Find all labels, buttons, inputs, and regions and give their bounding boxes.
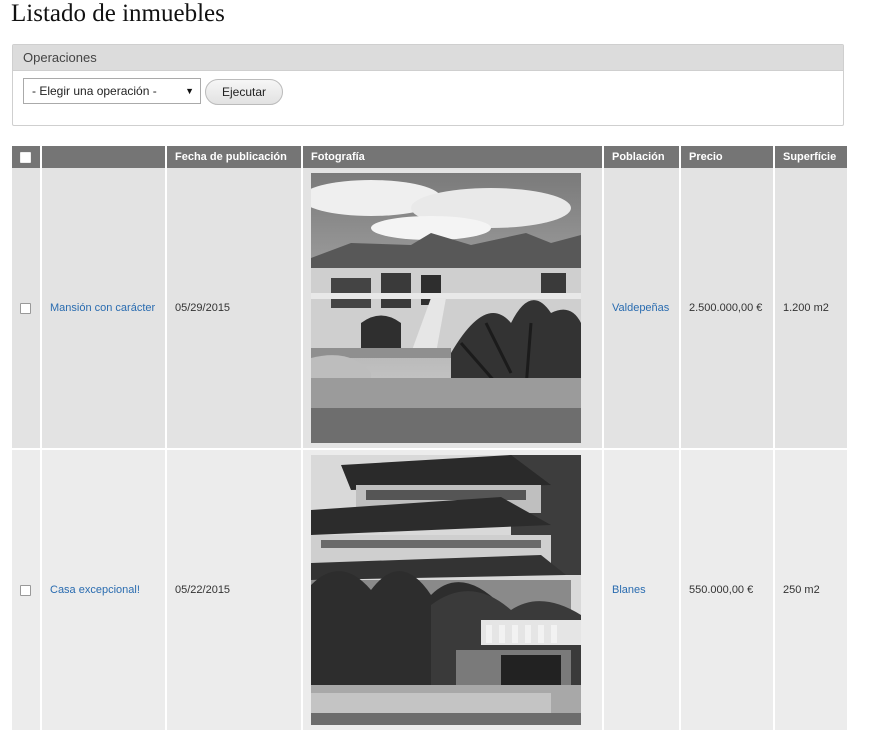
- header-price[interactable]: Precio: [680, 146, 775, 168]
- table-row: Mansión con carácter 05/29/2015 Valdepeñ…: [12, 168, 849, 450]
- row-select-cell: [12, 168, 42, 450]
- header-photo[interactable]: Fotografía: [302, 146, 604, 168]
- select-all-cell: [12, 146, 42, 168]
- town-cell: Valdepeñas: [603, 168, 681, 450]
- town-link[interactable]: Blanes: [612, 584, 646, 596]
- select-all-checkbox[interactable]: [20, 151, 31, 163]
- price-cell: 2.500.000,00 €: [680, 168, 775, 450]
- row-checkbox[interactable]: [20, 302, 31, 314]
- date-cell: 05/29/2015: [166, 168, 303, 450]
- title-cell: Mansión con carácter: [41, 168, 167, 450]
- area-cell: 1.200 m2: [774, 168, 849, 450]
- property-title-link[interactable]: Mansión con carácter: [50, 302, 155, 314]
- photo-cell: [302, 449, 604, 730]
- town-cell: Blanes: [603, 449, 681, 730]
- dropdown-arrow-icon: ▼: [185, 86, 194, 96]
- photo-cell: [302, 168, 604, 450]
- property-title-link[interactable]: Casa excepcional!: [50, 584, 140, 596]
- price-cell: 550.000,00 €: [680, 449, 775, 730]
- operations-panel: Operaciones - Elegir una operación - ▼ E…: [12, 44, 844, 126]
- operation-select[interactable]: - Elegir una operación - ▼: [23, 78, 201, 104]
- date-cell: 05/22/2015: [166, 449, 303, 730]
- row-select-cell: [12, 449, 42, 730]
- town-link[interactable]: Valdepeñas: [612, 302, 669, 314]
- operation-select-value: - Elegir una operación -: [32, 84, 157, 98]
- row-checkbox[interactable]: [20, 584, 31, 596]
- area-cell: 250 m2: [774, 449, 849, 730]
- header-area[interactable]: Superfície: [774, 146, 849, 168]
- header-date[interactable]: Fecha de publicación: [166, 146, 303, 168]
- table-row: Casa excepcional! 05/22/2015 Blanes 550.…: [12, 449, 849, 730]
- title-cell: Casa excepcional!: [41, 449, 167, 730]
- table-header-row: Fecha de publicación Fotografía Població…: [12, 146, 849, 168]
- property-photo[interactable]: [311, 455, 581, 725]
- execute-button[interactable]: Ejecutar: [205, 79, 283, 105]
- property-table: Fecha de publicación Fotografía Població…: [12, 146, 849, 730]
- operations-legend: Operaciones: [13, 45, 843, 71]
- property-photo[interactable]: [311, 173, 581, 443]
- header-town[interactable]: Población: [603, 146, 681, 168]
- page-title: Listado de inmuebles: [11, 0, 225, 27]
- header-title[interactable]: [41, 146, 167, 168]
